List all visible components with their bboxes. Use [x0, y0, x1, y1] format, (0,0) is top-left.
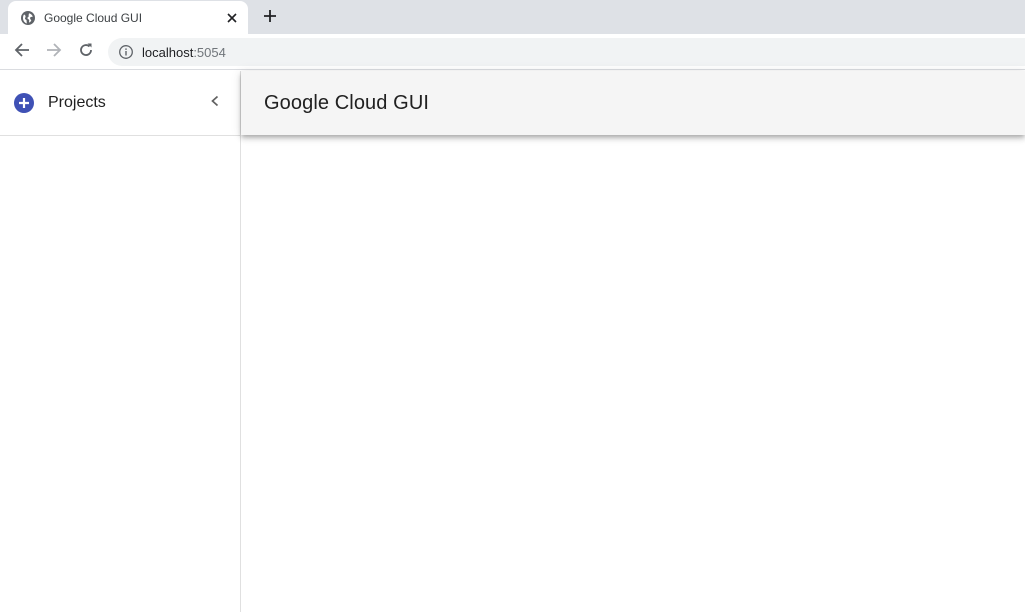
url-port: :5054 [193, 44, 226, 60]
info-icon[interactable] [118, 44, 134, 60]
collapse-sidebar-button[interactable] [205, 93, 225, 113]
plus-icon [263, 9, 277, 28]
chevron-left-icon [209, 94, 221, 112]
sidebar-header: Projects [0, 71, 240, 136]
browser-toolbar: localhost:5054 [0, 34, 1025, 70]
app-bar: Google Cloud GUI [241, 71, 1025, 135]
page-title: Google Cloud GUI [264, 92, 430, 114]
new-tab-button[interactable] [258, 6, 282, 30]
arrow-right-icon [46, 42, 62, 63]
add-circle-icon[interactable] [13, 92, 35, 114]
main-content: Google Cloud GUI [241, 71, 1025, 612]
globe-icon [20, 10, 36, 26]
app-root: Projects Google Cloud GUI [0, 71, 1025, 612]
close-icon[interactable] [224, 10, 240, 26]
reload-icon [78, 42, 94, 63]
browser-tab[interactable]: Google Cloud GUI [8, 1, 248, 34]
sidebar: Projects [0, 71, 241, 612]
address-bar[interactable]: localhost:5054 [108, 38, 1025, 66]
forward-button[interactable] [42, 40, 66, 64]
url-host: localhost [142, 44, 194, 60]
arrow-left-icon [14, 42, 30, 63]
reload-button[interactable] [74, 40, 98, 64]
back-button[interactable] [10, 40, 34, 64]
browser-tabstrip: Google Cloud GUI [0, 0, 1025, 34]
tab-title: Google Cloud GUI [44, 10, 143, 25]
projects-label: Projects [48, 94, 106, 111]
